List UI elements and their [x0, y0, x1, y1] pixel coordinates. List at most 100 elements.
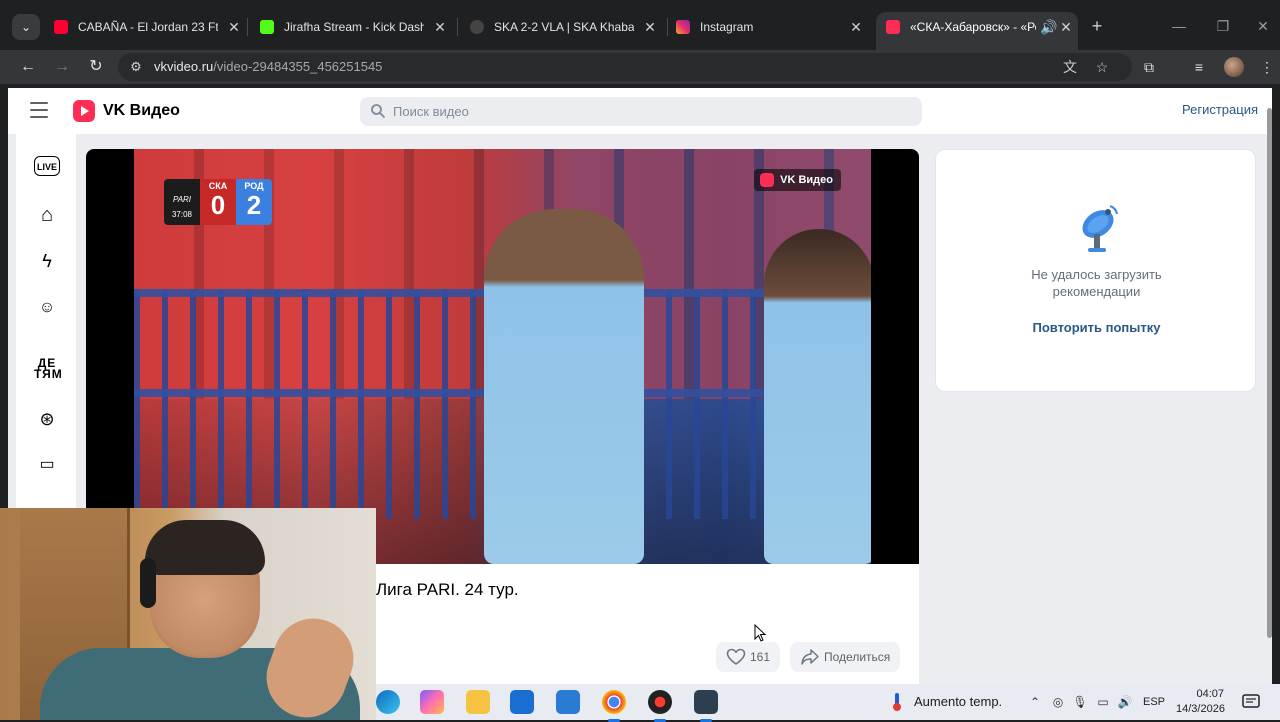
site-brand[interactable]: VK Видео — [103, 102, 180, 120]
file-explorer-icon[interactable] — [466, 690, 490, 714]
lightning-icon[interactable]: ϟ — [34, 248, 60, 274]
vk-video-logo-icon[interactable] — [73, 100, 95, 122]
browser-toolbar: ← → ↻ ⚙ vkvideo.ru/video-29484355_456251… — [0, 50, 1280, 84]
error-line-2: рекомендации — [1052, 284, 1141, 299]
streamer-hair — [145, 520, 265, 575]
url-text[interactable]: vkvideo.ru/video-29484355_456251545 — [154, 53, 382, 81]
close-icon[interactable]: ✕ — [642, 12, 658, 42]
tab-separator — [247, 18, 248, 36]
like-button[interactable]: 161 — [716, 642, 781, 672]
away-score: 2 — [246, 190, 262, 220]
profile-avatar[interactable] — [1224, 57, 1244, 77]
copilot-icon[interactable] — [420, 690, 444, 714]
tab-search-button[interactable]: ⌄ — [12, 14, 40, 40]
close-icon[interactable]: ✕ — [848, 12, 864, 42]
weather-text[interactable]: Aumento temp. — [914, 684, 1002, 720]
satellite-dish-icon — [1082, 205, 1118, 252]
tab-title: SKA 2-2 VLA | SKA Khabarov — [494, 20, 634, 34]
error-line-1: Не удалось загрузить — [1031, 267, 1162, 282]
browser-tab-1[interactable]: CABAÑA - El Jordan 23 Ft. U ✕ — [44, 12, 246, 42]
restore-icon[interactable]: ❐ — [1212, 14, 1234, 38]
browser-tab-bar: ⌄ CABAÑA - El Jordan 23 Ft. U ✕ Jirafha … — [0, 0, 1280, 50]
search-input[interactable]: Поиск видео — [360, 97, 922, 126]
window-close-icon[interactable]: ✕ — [1252, 14, 1274, 38]
mouse-cursor-icon — [754, 624, 766, 642]
tab-title: Instagram — [700, 20, 754, 34]
chevron-up-icon[interactable]: ⌃ — [1027, 693, 1043, 711]
scrollbar-thumb[interactable] — [1267, 108, 1272, 638]
speaker-icon[interactable]: 🔊 — [1040, 12, 1057, 42]
video-frame[interactable]: PARI 37:08 СКА 0 РОД 2 VK Видео — [134, 149, 871, 564]
search-icon — [371, 104, 385, 118]
close-icon[interactable]: ✕ — [432, 12, 448, 42]
menu-icon[interactable] — [30, 102, 48, 118]
home-icon[interactable]: ⌂ — [34, 202, 60, 228]
tab-title: «СКА-Хабаровск» - «Ро — [910, 20, 1036, 34]
store-icon[interactable] — [510, 690, 534, 714]
system-clock[interactable]: 04:07 14/3/2026 — [1176, 687, 1225, 717]
video-player[interactable]: PARI 37:08 СКА 0 РОД 2 VK Видео — [86, 149, 919, 564]
microphone-icon[interactable]: 🎙 — [1072, 693, 1088, 711]
recommendations-error-text: Не удалось загрузить рекомендации — [936, 266, 1257, 300]
share-icon — [801, 649, 819, 665]
browser-tab-2[interactable]: Jirafha Stream - Kick Dashbo ✕ — [250, 12, 452, 42]
match-clock: 37:08 — [171, 210, 193, 219]
outlook-icon[interactable] — [556, 690, 580, 714]
tv-icon[interactable]: ▭ — [34, 452, 60, 478]
language-indicator[interactable]: ESP — [1143, 684, 1165, 720]
tab-separator — [457, 18, 458, 36]
recommendations-panel: Не удалось загрузить рекомендации Повтор… — [935, 149, 1256, 392]
volume-icon[interactable]: 🔊 — [1117, 693, 1133, 711]
live-icon[interactable]: LIVE — [34, 156, 60, 176]
entertainment-icon[interactable]: ☺ — [34, 295, 60, 321]
browser-tab-3[interactable]: SKA 2-2 VLA | SKA Khabarov ✕ — [460, 12, 662, 42]
edge-icon[interactable] — [376, 690, 400, 714]
back-icon[interactable]: ← — [16, 55, 40, 79]
translate-icon[interactable]: 文 — [1060, 58, 1080, 76]
obs-icon[interactable] — [648, 690, 672, 722]
league-name: PARI — [172, 195, 192, 204]
share-label: Поделиться — [824, 650, 891, 664]
menu-kebab-icon[interactable]: ⋮ — [1256, 57, 1278, 77]
share-button[interactable]: Поделиться — [790, 642, 901, 672]
browser-tab-4[interactable]: Instagram ✕ — [666, 12, 868, 42]
ska-icon — [470, 20, 484, 34]
film-reel-icon[interactable]: ⊛ — [34, 406, 60, 432]
media-controls-icon[interactable]: ≡ — [1188, 57, 1210, 77]
youtube-icon — [54, 20, 68, 34]
new-tab-button[interactable]: + — [1086, 14, 1108, 38]
heart-icon — [726, 648, 746, 665]
kids-label-bottom: ТЯМ — [34, 367, 63, 381]
retry-button[interactable]: Повторить попытку — [936, 320, 1257, 335]
page-scrollbar[interactable] — [1266, 88, 1272, 648]
reload-icon[interactable]: ↻ — [84, 55, 108, 79]
vk-video-icon — [886, 20, 900, 34]
tab-title: Jirafha Stream - Kick Dashbo — [284, 20, 424, 34]
site-info-icon[interactable]: ⚙ — [128, 59, 144, 75]
tab-title: CABAÑA - El Jordan 23 Ft. U — [78, 20, 218, 34]
home-score: 0 — [210, 190, 226, 220]
windows-taskbar: Aumento temp. ⌃ ◎ 🎙 ▭ 🔊 ESP 04:07 14/3/2… — [376, 684, 1280, 722]
kick-icon — [260, 20, 274, 34]
vk-video-watermark: VK Видео — [754, 169, 841, 191]
like-count: 161 — [750, 650, 771, 664]
network-icon[interactable]: ▭ — [1095, 693, 1111, 711]
clock-time: 04:07 — [1196, 688, 1224, 700]
browser-tab-5-active[interactable]: «СКА-Хабаровск» - «Ро 🔊 ✕ — [876, 12, 1078, 50]
video-title: Лига PARI. 24 тур. — [376, 580, 519, 599]
camera-icon[interactable]: ◎ — [1050, 693, 1066, 711]
forward-icon[interactable]: → — [50, 55, 74, 79]
kids-icon[interactable]: ДЕ ТЯМ — [34, 357, 63, 384]
app-icon[interactable] — [694, 690, 718, 722]
address-bar[interactable]: ⚙ vkvideo.ru/video-29484355_456251545 文 … — [118, 53, 1132, 81]
register-link[interactable]: Регистрация — [1182, 102, 1258, 117]
bookmark-star-icon[interactable]: ☆ — [1092, 58, 1112, 76]
url-domain: vkvideo.ru — [154, 59, 214, 74]
close-icon[interactable]: ✕ — [1058, 12, 1074, 42]
site-header: VK Видео Поиск видео Регистрация — [8, 88, 1272, 134]
chrome-icon[interactable] — [602, 690, 626, 722]
minimize-icon[interactable]: — — [1168, 14, 1190, 38]
notifications-icon[interactable] — [1242, 693, 1260, 711]
close-icon[interactable]: ✕ — [226, 12, 242, 42]
extensions-icon[interactable]: ⧉ — [1138, 57, 1160, 77]
